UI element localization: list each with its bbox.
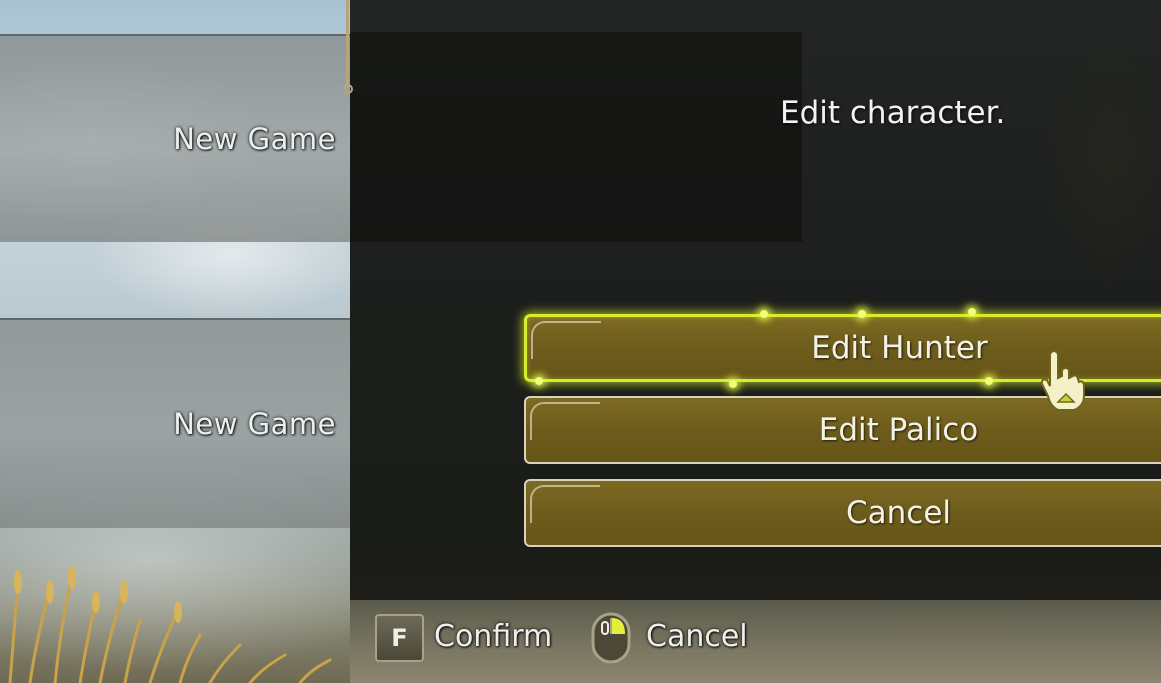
wheat-grass-decoration [8, 565, 332, 683]
save-slot-label: New Game [173, 122, 336, 156]
save-slot-tile[interactable]: New Game [0, 318, 350, 528]
menu-connector-node [343, 84, 353, 94]
selection-spark [968, 308, 976, 316]
selection-spark [729, 380, 737, 388]
mouse-right-click-icon [591, 612, 631, 664]
hand-pointer-cursor-icon [1040, 350, 1085, 411]
save-slot-tile[interactable]: New Game [0, 34, 350, 242]
cancel-hint-label: Cancel [646, 619, 748, 654]
edit-palico-label: Edit Palico [818, 412, 979, 448]
selection-spark [858, 310, 866, 318]
cancel-button[interactable]: Cancel [524, 479, 1161, 547]
cancel-label: Cancel [845, 495, 952, 531]
selection-spark [760, 310, 768, 318]
confirm-hint-label: Confirm [434, 619, 553, 654]
selection-spark [535, 377, 543, 385]
f-key-icon: F [375, 614, 424, 662]
dialog-prompt: Edit character. [780, 95, 1006, 131]
dialog-header-shade [350, 32, 802, 242]
save-slot-label: New Game [173, 407, 336, 441]
menu-connector-line [346, 0, 349, 88]
selection-spark [985, 377, 993, 385]
